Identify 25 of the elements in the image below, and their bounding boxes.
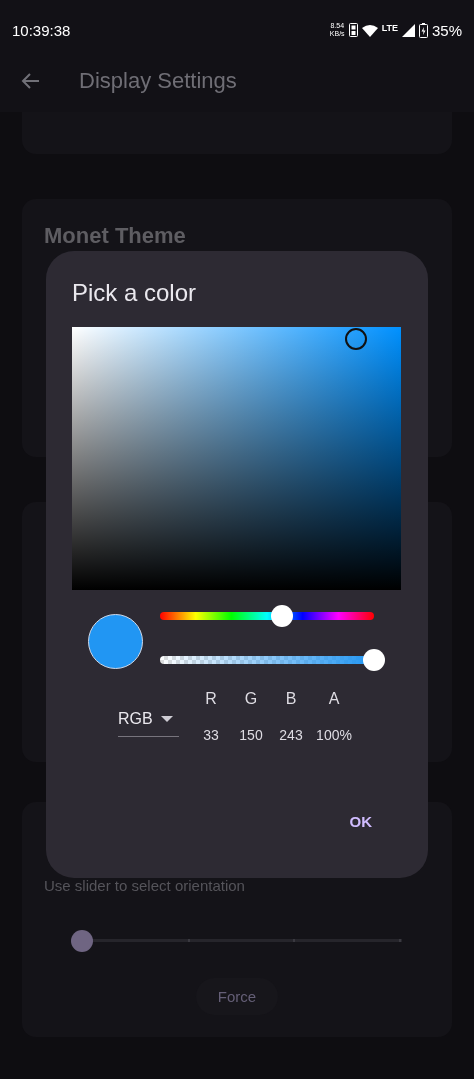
ok-button[interactable]: OK: [345, 809, 376, 834]
dialog-title: Pick a color: [72, 279, 198, 307]
hd-icon: [348, 23, 358, 37]
back-icon[interactable]: [21, 71, 41, 91]
channel-label: B: [285, 690, 297, 708]
channel-value: 33: [203, 727, 219, 743]
wifi-icon: [361, 23, 378, 37]
channel-label: R: [205, 690, 217, 708]
channel-value: 243: [279, 727, 303, 743]
battery-level: 35%: [431, 21, 462, 39]
color-area[interactable]: [72, 327, 401, 590]
color-marker[interactable]: [345, 328, 368, 351]
card-title: Monet Theme: [44, 223, 187, 249]
channel-label: G: [244, 690, 258, 708]
dropdown-icon: [160, 716, 173, 722]
card-subtitle: Use slider to select orientation: [44, 877, 246, 894]
screen-title: Display Settings: [79, 68, 237, 94]
channel-label: A: [328, 690, 340, 708]
clock: 10:39:38: [12, 21, 71, 39]
channel-value: 100%: [316, 727, 352, 743]
network-type: LTE: [381, 22, 398, 33]
color-mode-dropdown[interactable]: RGB: [118, 710, 179, 737]
channel-value: 150: [239, 727, 263, 743]
battery-icon: [418, 22, 428, 38]
signal-icon: [401, 23, 415, 37]
